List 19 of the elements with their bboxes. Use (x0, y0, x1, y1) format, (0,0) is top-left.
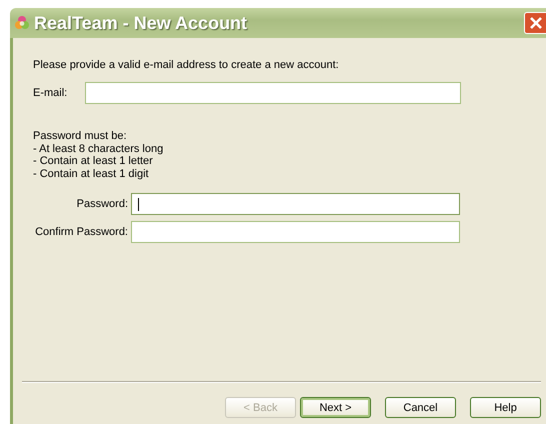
instruction-text: Please provide a valid e-mail address to create a new account: (33, 59, 340, 71)
requirement-text: - At least 8 characters long (33, 142, 164, 155)
close-icon (528, 16, 542, 30)
dialog-button[interactable]: Cancel (385, 397, 456, 418)
app-logo-icon (14, 15, 30, 31)
field-label: E-mail: (33, 87, 68, 99)
requirement-text: Password must be: (33, 130, 128, 142)
input-field[interactable] (131, 193, 460, 215)
input-field[interactable] (85, 82, 461, 104)
field-label: Confirm Password: (34, 226, 129, 238)
requirement-text: - Contain at least 1 digit (33, 168, 150, 180)
text-caret (138, 198, 139, 211)
window-title: RealTeam - New Account (34, 12, 248, 34)
input-field[interactable] (131, 221, 460, 243)
dialog-button[interactable]: Help (470, 397, 541, 418)
close-button[interactable] (524, 12, 546, 34)
field-label: Password: (76, 198, 129, 210)
requirement-text: - Contain at least 1 letter (33, 155, 154, 168)
dialog-button[interactable]: Next > (300, 397, 371, 418)
